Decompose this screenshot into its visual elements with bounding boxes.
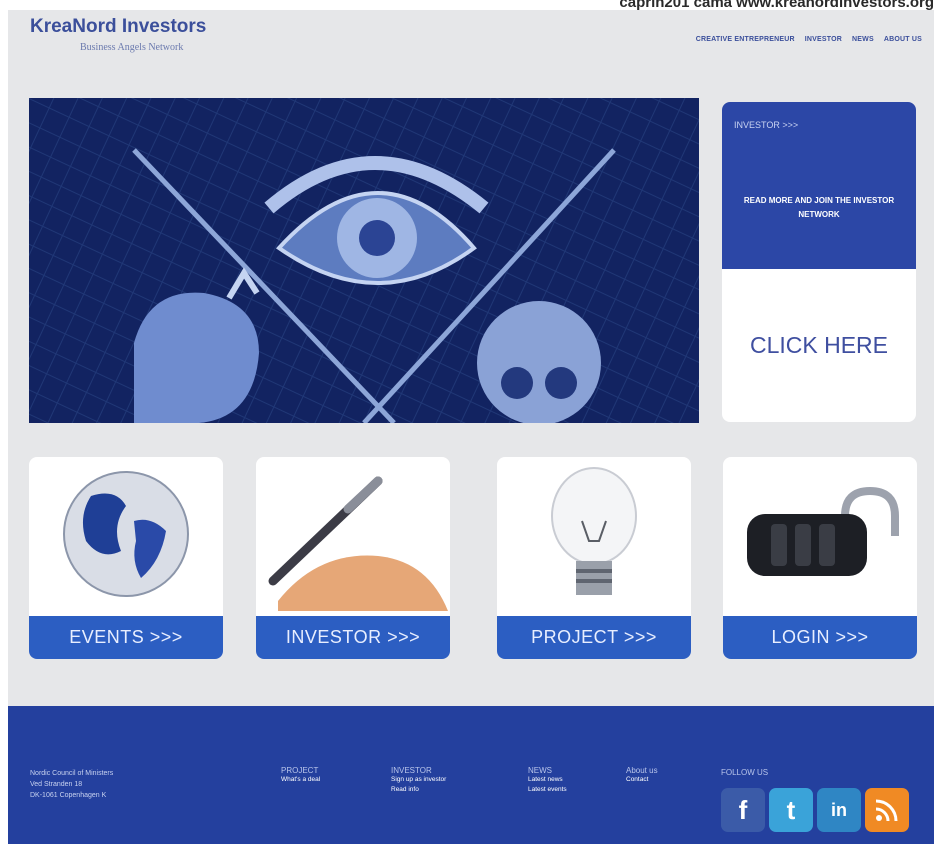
promo-header: INVESTOR >>> READ MORE AND JOIN THE INVE… — [722, 102, 916, 269]
brand-title[interactable]: KreaNord Investors — [30, 16, 206, 38]
click-here-button[interactable]: CLICK HERE — [750, 332, 888, 359]
top-nav: CREATIVE ENTREPRENEUR INVESTOR NEWS ABOU… — [696, 36, 922, 43]
linkedin-glyph: in — [831, 799, 847, 820]
investor-promo-panel[interactable]: INVESTOR >>> READ MORE AND JOIN THE INVE… — [722, 102, 916, 422]
nav-creative-entrepreneur[interactable]: CREATIVE ENTREPRENEUR — [696, 36, 795, 43]
lightbulb-icon — [497, 457, 691, 615]
footer-link-whats-a-deal[interactable]: What's a deal — [281, 775, 320, 785]
footer-heading-news[interactable]: NEWS — [528, 766, 567, 775]
twitter-icon[interactable]: t — [769, 788, 813, 832]
address-line-1: Nordic Council of Ministers — [30, 770, 114, 777]
follow-us-heading: FOLLOW US — [721, 768, 769, 777]
footer-heading-project[interactable]: PROJECT — [281, 766, 320, 775]
footer-link-read-info[interactable]: Read info — [391, 785, 446, 795]
hero-illustration — [29, 98, 699, 423]
footer-col-about: About us Contact — [626, 766, 658, 785]
project-label: PROJECT >>> — [531, 627, 657, 647]
footer-address: Nordic Council of Ministers Ved Stranden… — [30, 768, 113, 801]
hero-banner — [29, 98, 699, 423]
project-tile[interactable]: PROJECT >>> — [497, 457, 691, 659]
skull-drawing — [477, 301, 601, 423]
brand-subtitle: Business Angels Network — [80, 42, 184, 53]
nav-news[interactable]: NEWS — [852, 36, 874, 43]
footer-heading-investor[interactable]: INVESTOR — [391, 766, 446, 775]
footer-link-latest-news[interactable]: Latest news — [528, 775, 567, 785]
investor-label: INVESTOR >>> — [285, 627, 421, 647]
padlock-icon — [723, 457, 917, 615]
promo-text: READ MORE AND JOIN THE INVESTOR NETWORK — [743, 196, 895, 219]
linkedin-icon[interactable]: in — [817, 788, 861, 832]
social-links: f t in — [721, 788, 909, 832]
page: KreaNord Investors Business Angels Netwo… — [8, 10, 934, 844]
project-link[interactable]: PROJECT >>> — [497, 616, 691, 659]
investor-tile[interactable]: INVESTOR >>> — [256, 457, 450, 659]
promo-cta-area: CLICK HERE — [722, 269, 916, 422]
footer-link-contact[interactable]: Contact — [626, 775, 658, 785]
footer-col-investor: INVESTOR Sign up as investor Read info — [391, 766, 446, 795]
footer-col-project: PROJECT What's a deal — [281, 766, 320, 785]
login-link[interactable]: LOGIN >>> — [723, 616, 917, 659]
events-label: EVENTS >>> — [69, 627, 183, 647]
globe-icon — [29, 457, 223, 615]
footer-heading-about[interactable]: About us — [626, 766, 658, 775]
events-tile[interactable]: EVENTS >>> — [29, 457, 223, 659]
footer-link-latest-events[interactable]: Latest events — [528, 785, 567, 795]
nav-investor[interactable]: INVESTOR — [805, 36, 842, 43]
nav-about-us[interactable]: ABOUT US — [884, 36, 922, 43]
rss-icon[interactable] — [865, 788, 909, 832]
address-line-2: Ved Stranden 18 — [30, 781, 83, 788]
footer-col-news: NEWS Latest news Latest events — [528, 766, 567, 795]
facebook-glyph: f — [738, 794, 748, 825]
promo-heading[interactable]: INVESTOR >>> — [734, 120, 798, 130]
investor-link[interactable]: INVESTOR >>> — [256, 616, 450, 659]
login-label: LOGIN >>> — [771, 627, 869, 647]
facebook-icon[interactable]: f — [721, 788, 765, 832]
events-link[interactable]: EVENTS >>> — [29, 616, 223, 659]
address-line-3: DK-1061 Copenhagen K — [30, 792, 107, 799]
footer-link-sign-up[interactable]: Sign up as investor — [391, 775, 446, 785]
pen-hand-icon — [256, 457, 450, 615]
login-tile[interactable]: LOGIN >>> — [723, 457, 917, 659]
twitter-glyph: t — [786, 794, 796, 825]
footer: Nordic Council of Ministers Ved Stranden… — [8, 706, 934, 844]
